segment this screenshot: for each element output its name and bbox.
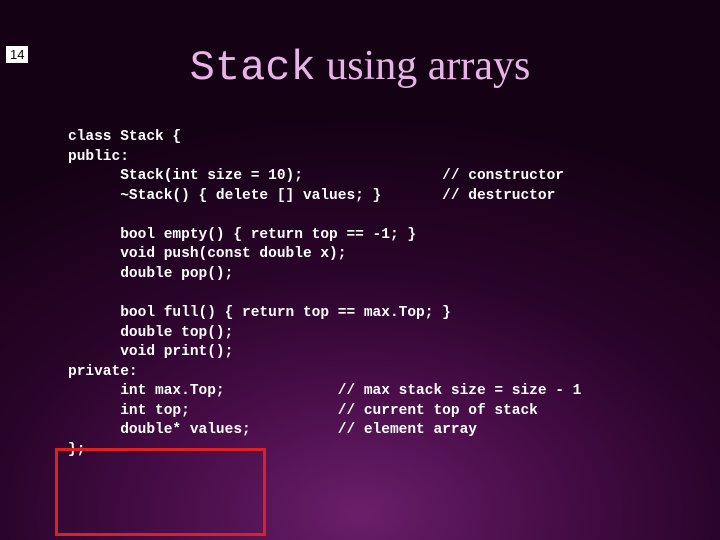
code-line: Stack(int size = 10); // constructor [68,168,564,184]
code-line: void print(); [68,344,233,360]
code-line: bool empty() { return top == -1; } [68,227,416,243]
code-line: class Stack { [68,129,181,145]
code-line: double pop(); [68,266,233,282]
code-line: private: [68,364,138,380]
title-rest: using arrays [316,43,531,89]
slide-title: Stack using arrays [0,42,720,92]
code-line: double* values; // element array [68,422,477,438]
code-block: class Stack { public: Stack(int size = 1… [68,128,720,461]
title-mono: Stack [190,44,316,92]
highlight-box-private [55,448,266,536]
code-line: public: [68,149,129,165]
page-number: 14 [6,46,28,63]
code-line: ~Stack() { delete [] values; } // destru… [68,188,555,204]
code-line: double top(); [68,325,233,341]
code-line: bool full() { return top == max.Top; } [68,305,451,321]
code-line: void push(const double x); [68,246,346,262]
code-line: }; [68,442,85,458]
code-line: int top; // current top of stack [68,403,538,419]
code-line: int max.Top; // max stack size = size - … [68,383,581,399]
